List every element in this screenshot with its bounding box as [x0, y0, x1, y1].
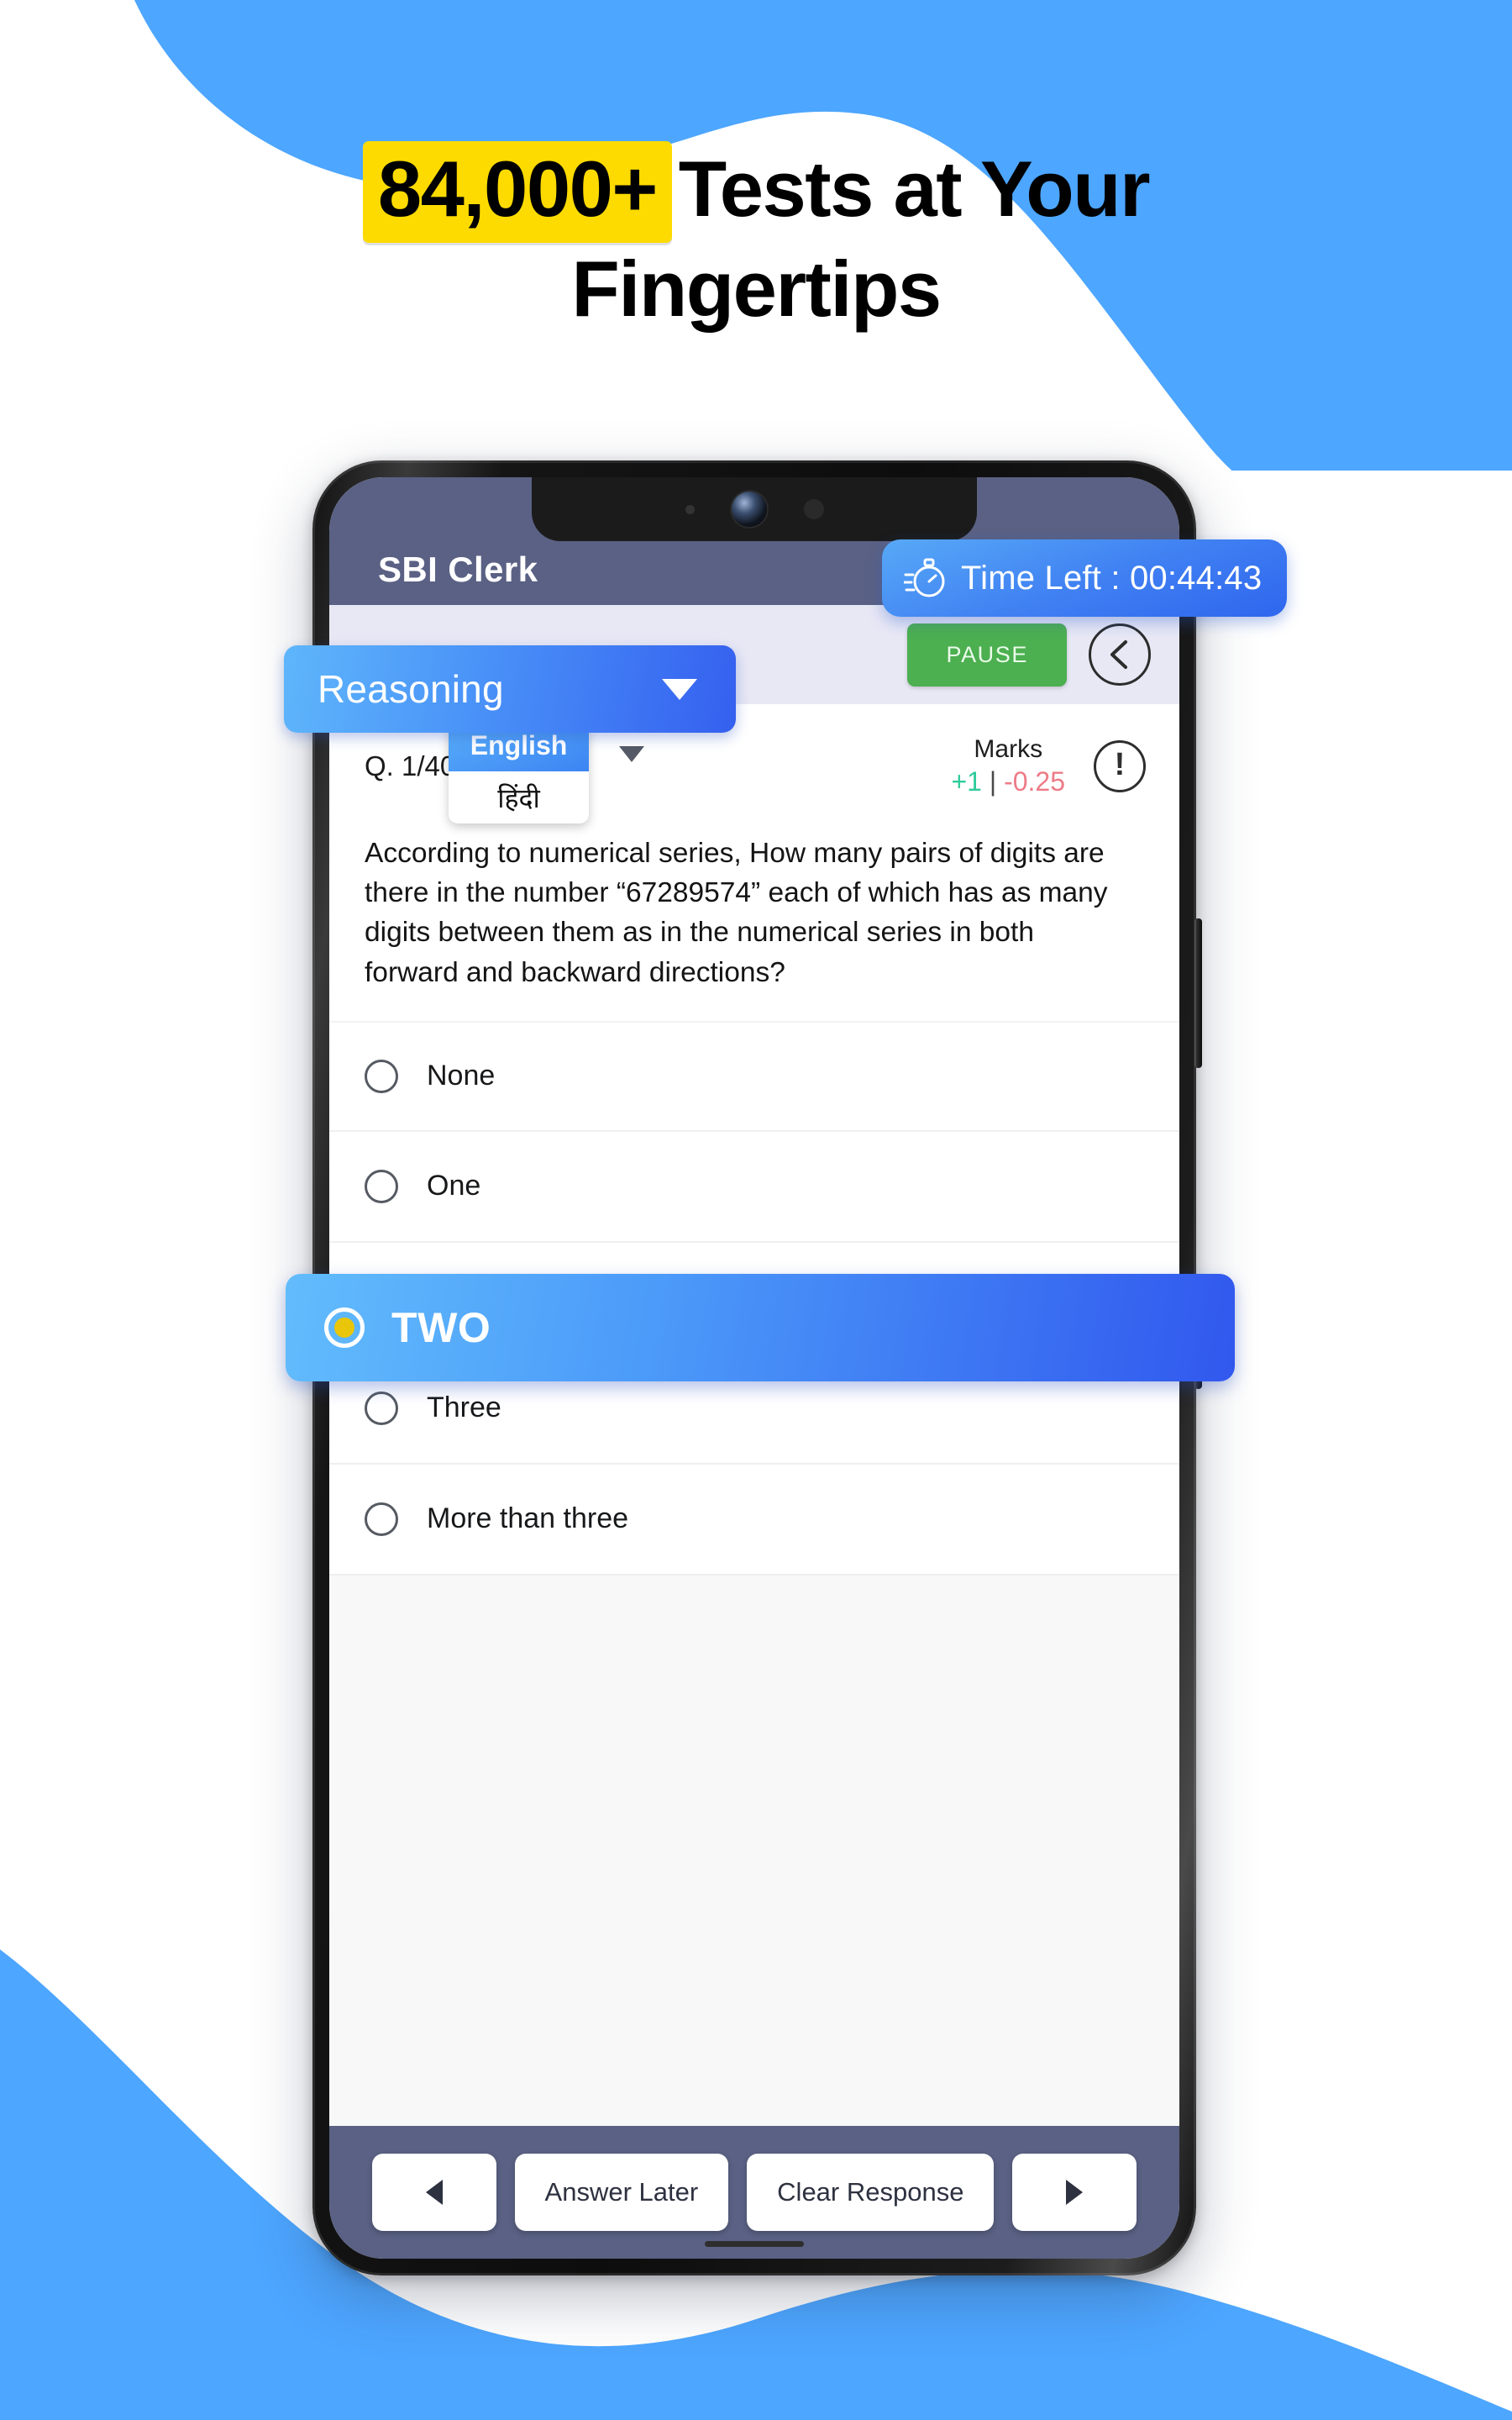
answer-later-button[interactable]: Answer Later: [514, 2154, 729, 2231]
radio-selected-icon[interactable]: [324, 1307, 365, 1348]
phone-notch: [532, 477, 977, 541]
time-left-badge: Time Left : 00:44:43: [882, 539, 1288, 617]
subject-label: Reasoning: [318, 667, 504, 711]
question-empty-area: [329, 1575, 1179, 2126]
headline-count-badge: 84,000+: [362, 141, 672, 243]
radio-icon[interactable]: [365, 1059, 398, 1093]
option-row-more-than-three[interactable]: More than three: [329, 1464, 1179, 1576]
radio-icon[interactable]: [365, 1391, 398, 1425]
headline-rest: Tests at Your: [678, 145, 1151, 233]
marks-negative: -0.25: [1004, 765, 1065, 797]
language-option-hindi[interactable]: हिंदी: [449, 771, 589, 823]
option-label: Three: [427, 1392, 501, 1424]
marks-separator: |: [989, 765, 997, 797]
marks-label: Marks: [974, 735, 1043, 764]
pause-button[interactable]: PAUSE: [907, 623, 1067, 687]
triangle-left-icon: [425, 2180, 443, 2205]
proximity-sensor-icon: [685, 504, 695, 514]
option-row-none[interactable]: None: [329, 1020, 1179, 1132]
phone-volume-button[interactable]: [1194, 918, 1202, 1068]
option-label: More than three: [427, 1502, 629, 1535]
bottom-navigation-bar: Answer Later Clear Response: [329, 2126, 1179, 2259]
radio-icon[interactable]: [365, 1502, 398, 1536]
question-text: According to numerical series, How many …: [365, 838, 1108, 988]
option-row-one[interactable]: One: [329, 1131, 1179, 1243]
chevron-down-icon: [662, 678, 697, 700]
marks-positive: +1: [951, 765, 982, 797]
exclamation-circle-icon[interactable]: !: [1094, 740, 1146, 792]
time-left-label: Time Left : 00:44:43: [961, 559, 1263, 597]
question-counter: Q. 1/40: [365, 750, 456, 781]
headline-line2: Fingertips: [571, 244, 942, 333]
option-label: None: [427, 1060, 496, 1092]
marks-block: Marks +1 | -0.25: [951, 734, 1065, 798]
language-dropdown[interactable]: English हिंदी: [449, 719, 589, 823]
previous-question-button[interactable]: [371, 2154, 496, 2231]
front-camera-icon: [731, 492, 767, 527]
home-indicator: [705, 2241, 804, 2247]
subject-selector[interactable]: Reasoning: [284, 645, 736, 733]
triangle-right-icon: [1066, 2180, 1084, 2205]
speaker-sensor-icon: [803, 499, 824, 519]
back-button[interactable]: [1089, 623, 1151, 686]
exam-title: SBI Clerk: [378, 550, 538, 589]
radio-icon[interactable]: [365, 1169, 398, 1203]
clear-response-button[interactable]: Clear Response: [747, 2154, 995, 2231]
marks-values: +1 | -0.25: [951, 765, 1065, 798]
chevron-left-icon: [1110, 640, 1127, 669]
promo-headline: 84,000+ Tests at Your Fingertips: [0, 141, 1512, 336]
option-label: One: [427, 1170, 481, 1202]
option-label: TWO: [391, 1304, 491, 1351]
next-question-button[interactable]: [1012, 2154, 1137, 2231]
option-row-two-selected[interactable]: TWO: [286, 1274, 1235, 1381]
stopwatch-icon: [904, 558, 945, 597]
question-body: Q. 1/40 English हिंदी Marks +1 | -0.25 !…: [329, 704, 1179, 2126]
promo-screenshot: 84,000+ Tests at Your Fingertips SBI Cler…: [0, 0, 1512, 2420]
language-chevron-down-icon[interactable]: [619, 746, 644, 762]
